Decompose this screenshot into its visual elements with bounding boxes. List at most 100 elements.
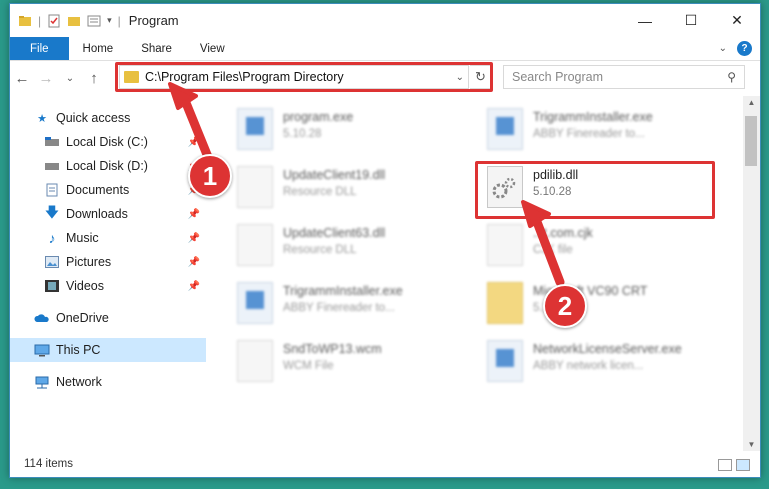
sidebar-item-label: Quick access	[56, 111, 131, 125]
sidebar-item-quick-access[interactable]: ★ Quick access	[10, 106, 206, 130]
scroll-down-icon[interactable]: ▼	[743, 440, 760, 449]
file-detail: 5.10.28	[283, 128, 322, 140]
tab-file[interactable]: File	[10, 37, 69, 60]
folder-icon	[19, 15, 31, 26]
star-icon: ★	[37, 112, 47, 125]
maximize-button[interactable]: ☐	[668, 4, 714, 37]
file-name: UpdateClient63.dll	[283, 226, 386, 240]
file-item[interactable]: UpdateClient63.dll Resource DLL	[237, 218, 477, 274]
forward-arrow-icon[interactable]: →	[34, 70, 58, 87]
new-folder-icon[interactable]	[67, 14, 81, 28]
file-detail: Resource DLL	[283, 186, 357, 198]
sidebar-item-label: Local Disk (C:)	[66, 135, 148, 149]
sidebar-item-label: OneDrive	[56, 311, 109, 325]
sidebar-item-label: Network	[56, 375, 102, 389]
file-item[interactable]: TrigrammInstaller.exe ABBY Finereader to.…	[237, 276, 477, 332]
sidebar-item-label: Music	[66, 231, 99, 245]
exe-file-icon	[487, 108, 523, 150]
pin-icon[interactable]: 📌	[188, 257, 200, 268]
sidebar-item-label: Downloads	[66, 207, 128, 221]
pin-icon[interactable]: 📌	[188, 137, 200, 148]
view-switcher	[718, 459, 750, 471]
sidebar-item-music[interactable]: ♪ Music 📌	[10, 226, 206, 250]
explorer-window: | ▾ | Program — ☐ ✕ File Home Share View…	[9, 3, 761, 478]
file-item[interactable]: ...t.com.cjk CJK file	[487, 218, 727, 274]
properties-icon[interactable]	[47, 14, 61, 28]
details-view-icon[interactable]	[718, 459, 732, 471]
folder-icon	[487, 282, 523, 324]
file-name: NetworkLicenseServer.exe	[533, 342, 682, 356]
sidebar-item-label: Documents	[66, 183, 130, 197]
folder-item[interactable]: Microsoft VC90 CRT5.1...	[487, 276, 727, 332]
minimize-button[interactable]: —	[622, 4, 668, 37]
tab-share[interactable]: Share	[127, 37, 186, 60]
exe-file-icon	[237, 282, 273, 324]
search-icon: ⚲	[727, 70, 736, 84]
sidebar-item-network[interactable]: Network	[10, 370, 206, 394]
file-name: TrigrammInstaller.exe	[533, 110, 653, 124]
file-item[interactable]: TrigrammInstaller.exe ABBY Finereader to.…	[487, 102, 727, 158]
ribbon: File Home Share View ⌄ ?	[10, 37, 760, 61]
dll-file-icon	[237, 166, 273, 208]
qa-dropdown-icon[interactable]: ▾	[107, 15, 112, 26]
help-button[interactable]: ?	[737, 41, 752, 56]
sidebar-item-label: This PC	[56, 343, 101, 357]
sidebar-item-videos[interactable]: Videos 📌	[10, 274, 206, 298]
search-placeholder: Search Program	[512, 70, 604, 84]
music-note-icon: ♪	[48, 230, 56, 246]
exe-file-icon	[237, 108, 273, 150]
network-icon	[34, 375, 50, 389]
sidebar-item-pictures[interactable]: Pictures 📌	[10, 250, 206, 274]
customize-icon[interactable]	[87, 14, 101, 28]
highlight-box-address	[115, 62, 493, 92]
highlight-box-pdilib	[475, 161, 715, 219]
recent-locations-icon[interactable]: ⌄	[58, 73, 82, 84]
quick-access-toolbar: | ▾ |	[10, 14, 121, 28]
drive-icon	[44, 159, 60, 173]
sidebar-item-local-disk-d[interactable]: Local Disk (D:) 📌	[10, 154, 206, 178]
file-detail: CJK file	[533, 244, 573, 256]
generic-file-icon	[487, 224, 523, 266]
file-item[interactable]: UpdateClient19.dll Resource DLL	[237, 160, 477, 216]
title-bar: | ▾ | Program — ☐ ✕	[10, 4, 760, 37]
file-item[interactable]: SndToWP13.wcm WCM File	[237, 334, 477, 390]
vertical-scrollbar[interactable]: ▲ ▼	[743, 96, 760, 451]
pin-icon[interactable]: 📌	[188, 233, 200, 244]
close-button[interactable]: ✕	[714, 4, 760, 37]
sidebar-item-local-disk-c[interactable]: Local Disk (C:) 📌	[10, 130, 206, 154]
scroll-up-icon[interactable]: ▲	[743, 98, 760, 107]
film-icon	[44, 279, 60, 293]
file-detail: ABBY network licen...	[533, 360, 644, 372]
step-2-badge: 2	[543, 284, 587, 328]
sidebar-item-this-pc[interactable]: This PC	[10, 338, 206, 362]
drive-icon	[44, 135, 60, 149]
tab-home[interactable]: Home	[69, 37, 128, 60]
file-name: SndToWP13.wcm	[283, 342, 382, 356]
sidebar-item-onedrive[interactable]: OneDrive	[10, 306, 206, 330]
large-icons-view-icon[interactable]	[736, 459, 750, 471]
file-item[interactable]: NetworkLicenseServer.exe ABBY network lic…	[487, 334, 727, 390]
tab-view[interactable]: View	[186, 37, 239, 60]
toolbar-separator: |	[38, 13, 42, 28]
exe-file-icon	[487, 340, 523, 382]
pin-icon[interactable]: 📌	[188, 209, 200, 220]
search-input[interactable]: Search Program ⚲	[503, 65, 745, 89]
computer-icon	[34, 343, 50, 357]
chevron-down-icon[interactable]: ⌄	[719, 43, 727, 54]
sidebar-item-documents[interactable]: Documents 📌	[10, 178, 206, 202]
item-count: 114 items	[24, 458, 74, 470]
file-detail: Resource DLL	[283, 244, 357, 256]
scroll-thumb[interactable]	[745, 116, 757, 166]
file-item[interactable]: program.exe 5.10.28	[237, 102, 477, 158]
pin-icon[interactable]: 📌	[188, 281, 200, 292]
file-detail: ABBY Finereader to...	[283, 302, 395, 314]
file-list: program.exe 5.10.28 TrigrammInstaller.exe…	[222, 96, 742, 451]
back-arrow-icon[interactable]: ←	[10, 70, 34, 87]
up-arrow-icon[interactable]: ↑	[82, 70, 106, 87]
sidebar-item-label: Pictures	[66, 255, 112, 269]
window-controls: — ☐ ✕	[622, 4, 760, 37]
file-name: ...t.com.cjk	[533, 226, 593, 240]
sidebar-item-downloads[interactable]: 🡇 Downloads 📌	[10, 202, 206, 226]
toolbar-separator: |	[117, 13, 121, 28]
dll-file-icon	[237, 224, 273, 266]
